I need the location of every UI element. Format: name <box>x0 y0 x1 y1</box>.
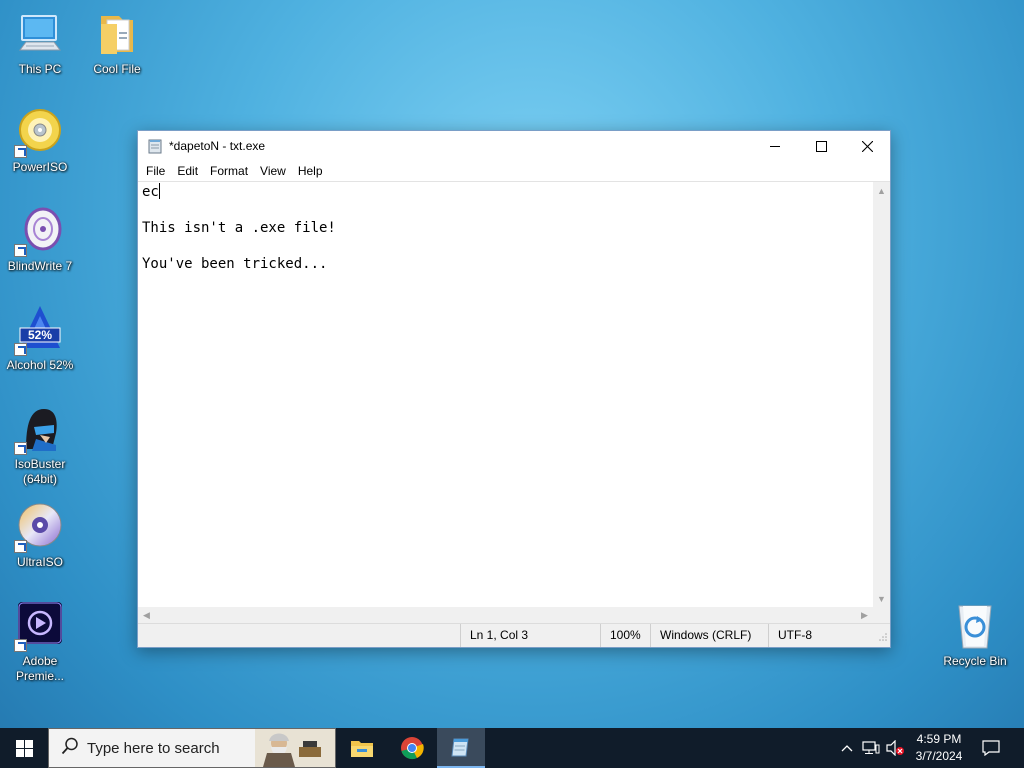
maximize-icon <box>815 140 827 152</box>
desktop-icon-label: UltraISO <box>16 555 63 569</box>
desktop-icon-label: Cool File <box>93 62 141 76</box>
menu-edit[interactable]: Edit <box>171 164 204 178</box>
notepad-icon <box>147 138 163 154</box>
notepad-window[interactable]: *dapetoN - txt.exe File Edit Format View… <box>137 130 891 648</box>
text-editor[interactable]: ec This isn't a .exe file! You've been t… <box>138 181 890 624</box>
taskbar-search-box[interactable]: Type here to search <box>48 728 336 768</box>
desktop-icon-label: Recycle Bin <box>943 654 1007 668</box>
scroll-right-icon[interactable]: ▶ <box>856 607 873 624</box>
minimize-icon <box>769 145 780 147</box>
desktop-icon-isobuster[interactable]: IsoBuster (64bit) <box>0 405 80 487</box>
desktop-icon-alcohol[interactable]: 52% Alcohol 52% <box>0 306 80 373</box>
desktop-icon-label: BlindWrite 7 <box>7 259 73 273</box>
menu-help[interactable]: Help <box>292 164 329 178</box>
search-highlight-image <box>255 729 335 768</box>
editor-line: This isn't a .exe file! <box>142 220 336 236</box>
minimize-button[interactable] <box>752 131 798 161</box>
shortcut-arrow-icon <box>14 145 27 158</box>
shortcut-arrow-icon <box>14 343 27 356</box>
menu-format[interactable]: Format <box>204 164 254 178</box>
alcohol-badge-text: 52% <box>28 328 52 342</box>
taskbar-chrome[interactable] <box>388 728 436 768</box>
search-icon <box>61 737 79 760</box>
desktop-icon-label: PowerISO <box>12 160 68 174</box>
start-button[interactable] <box>0 728 48 768</box>
status-line-ending: Windows (CRLF) <box>650 624 768 647</box>
poweriso-icon <box>14 108 64 158</box>
scroll-left-icon[interactable]: ◀ <box>138 607 155 624</box>
scrollbar-corner <box>873 607 890 624</box>
blindwrite-icon <box>14 207 64 257</box>
taskbar-notepad[interactable] <box>437 728 485 768</box>
menu-view[interactable]: View <box>254 164 292 178</box>
volume-muted-icon <box>886 740 904 756</box>
desktop-icon-this-pc[interactable]: This PC <box>0 10 80 77</box>
vertical-scrollbar[interactable]: ▲ ▼ <box>873 182 890 607</box>
file-explorer-icon <box>351 741 373 757</box>
network-icon <box>862 741 880 754</box>
maximize-button[interactable] <box>798 131 844 161</box>
clock-time: 4:59 PM <box>916 732 962 746</box>
desktop-icon-recycle-bin[interactable]: Recycle Bin <box>935 602 1015 669</box>
ultraiso-icon <box>14 503 64 553</box>
scroll-down-icon[interactable]: ▼ <box>873 590 890 607</box>
shortcut-arrow-icon <box>14 442 27 455</box>
adobe-premiere-icon <box>14 602 64 652</box>
desktop-icon-label: IsoBuster (64bit) <box>14 457 66 486</box>
status-position: Ln 1, Col 3 <box>460 624 600 647</box>
scroll-up-icon[interactable]: ▲ <box>873 182 890 199</box>
resize-grip-icon[interactable] <box>879 630 887 644</box>
menu-file[interactable]: File <box>140 164 171 178</box>
notepad-taskbar-icon <box>451 738 469 757</box>
desktop-icon-label: Alcohol 52% <box>6 358 74 372</box>
menu-bar: File Edit Format View Help <box>138 161 890 181</box>
isobuster-icon <box>14 405 64 455</box>
editor-line: You've been tricked... <box>142 256 328 272</box>
title-bar[interactable]: *dapetoN - txt.exe <box>138 131 890 161</box>
clock-date: 3/7/2024 <box>915 749 963 763</box>
shortcut-arrow-icon <box>14 540 27 553</box>
close-icon <box>861 140 873 152</box>
volume-tray-button[interactable] <box>884 728 906 768</box>
chevron-up-icon <box>841 745 853 752</box>
editor-line: ec <box>142 183 872 201</box>
folder-icon <box>93 10 141 58</box>
desktop-icon-label: Adobe Premie... <box>15 654 64 683</box>
search-placeholder: Type here to search <box>87 739 220 757</box>
status-encoding: UTF-8 <box>768 624 872 647</box>
desktop-icon-label: This PC <box>18 62 62 76</box>
show-hidden-icons-button[interactable] <box>836 728 858 768</box>
text-caret <box>158 183 160 199</box>
close-button[interactable] <box>844 131 890 161</box>
status-bar: Ln 1, Col 3 100% Windows (CRLF) UTF-8 <box>138 623 890 647</box>
desktop-icon-adobe-premiere[interactable]: Adobe Premie... <box>0 602 80 684</box>
horizontal-scrollbar[interactable]: ◀ ▶ <box>138 607 873 624</box>
window-title: *dapetoN - txt.exe <box>169 139 266 153</box>
desktop-icon-blindwrite[interactable]: BlindWrite 7 <box>0 207 80 274</box>
chrome-icon <box>401 737 424 760</box>
desktop-icon-ultraiso[interactable]: UltraISO <box>0 503 80 570</box>
desktop-icon-poweriso[interactable]: PowerISO <box>0 108 80 175</box>
recycle-bin-icon <box>951 602 999 650</box>
notification-center-button[interactable] <box>978 728 1004 768</box>
editor-line-text: ec <box>142 184 159 200</box>
network-tray-button[interactable] <box>860 728 882 768</box>
taskbar: Type here to search 4:59 PM 3/7/2024 <box>0 728 1024 768</box>
status-zoom: 100% <box>600 624 650 647</box>
shortcut-arrow-icon <box>14 244 27 257</box>
taskbar-clock[interactable]: 4:59 PM 3/7/2024 <box>906 731 972 765</box>
desktop-icon-cool-file[interactable]: Cool File <box>77 10 157 77</box>
notification-icon <box>982 740 1000 756</box>
alcohol-icon: 52% <box>14 306 64 356</box>
taskbar-file-explorer[interactable] <box>338 728 386 768</box>
editor-text-area[interactable]: ec This isn't a .exe file! You've been t… <box>142 182 872 606</box>
shortcut-arrow-icon <box>14 639 27 652</box>
this-pc-icon <box>16 10 64 58</box>
windows-logo-icon <box>15 739 33 757</box>
